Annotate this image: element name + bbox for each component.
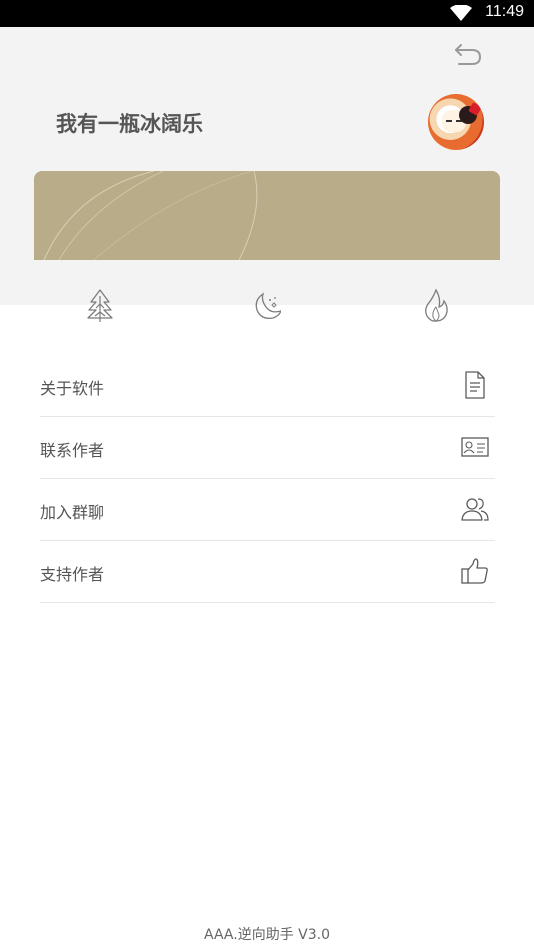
flame-icon[interactable] [421,288,451,322]
menu-item-group-chat[interactable]: 加入群聊 [40,479,495,541]
profile-banner [34,171,500,260]
menu-item-about[interactable]: 关于软件 [40,355,495,417]
profile-header [0,27,534,305]
settings-menu: 关于软件 联系作者 加入群聊 支持作者 [40,355,495,603]
menu-item-label: 联系作者 [40,441,105,460]
avatar-eye [446,120,452,122]
avatar[interactable] [428,94,484,150]
wifi-icon [450,5,472,21]
document-icon [465,371,485,399]
menu-item-label: 关于软件 [40,379,105,398]
tree-icon[interactable] [85,288,115,322]
thumbs-up-icon [461,558,488,584]
username-title: 我有一瓶冰阔乐 [56,112,203,136]
group-icon [461,498,489,521]
version-footer: AAA.逆向助手 V3.0 [203,927,330,943]
back-arrow-icon[interactable] [453,42,483,68]
moon-icon[interactable] [251,288,281,322]
status-bar: 11:49 [0,0,534,27]
menu-item-label: 加入群聊 [40,503,105,522]
status-time: 11:49 [485,3,524,20]
contact-card-icon [461,437,489,457]
menu-item-support[interactable]: 支持作者 [40,541,495,603]
menu-item-label: 支持作者 [40,565,105,584]
menu-item-contact[interactable]: 联系作者 [40,417,495,479]
quick-actions-row [0,280,534,330]
